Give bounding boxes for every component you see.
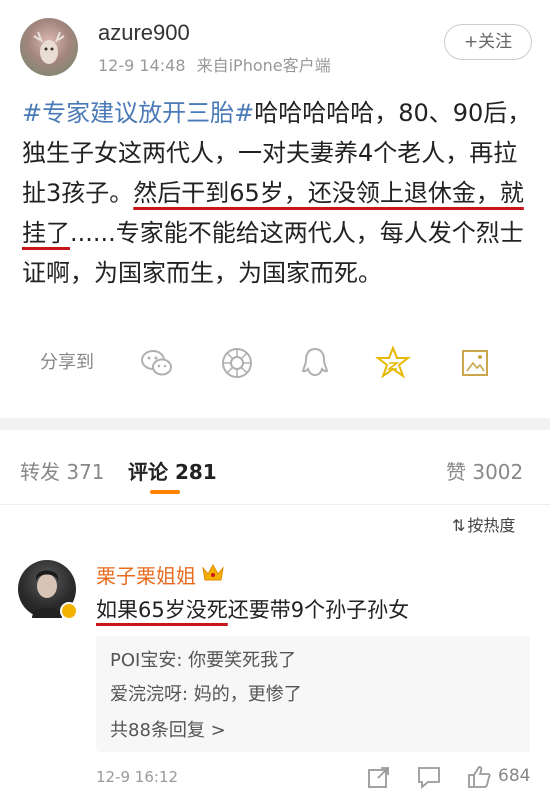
- avatar[interactable]: [20, 18, 78, 76]
- image-save-icon[interactable]: [456, 344, 494, 382]
- follow-button[interactable]: +关注: [444, 24, 532, 60]
- commenter-name[interactable]: 栗子栗姐姐: [96, 560, 196, 589]
- share-comment-icon[interactable]: [366, 764, 392, 790]
- post-timestamp: 12-9 14:48: [98, 56, 186, 75]
- reply-comment-icon[interactable]: [416, 764, 442, 790]
- share-label: 分享到: [40, 352, 94, 373]
- sort-label: 按热度: [467, 516, 516, 535]
- tab-divider: [0, 504, 550, 505]
- comment-text-rest: 还要带9个孙子孙女: [227, 598, 410, 622]
- section-divider: [0, 418, 550, 430]
- more-replies-link[interactable]: 共88条回复 >: [110, 716, 226, 742]
- reply-item[interactable]: 爱浣浣呀: 妈的，更惨了: [110, 680, 302, 706]
- sort-icon: ⇅: [452, 516, 466, 535]
- crown-badge-icon: [200, 560, 226, 584]
- post-source: 来自iPhone客户端: [196, 56, 331, 75]
- share-row: 分享到: [0, 338, 550, 386]
- tab-comment[interactable]: 评论 281: [128, 456, 217, 485]
- wechat-icon[interactable]: [138, 344, 176, 382]
- reply-box[interactable]: POI宝安: 你要笑死我了 爱浣浣呀: 妈的，更惨了 共88条回复 >: [96, 636, 530, 752]
- qzone-icon[interactable]: [374, 344, 412, 382]
- tab-active-indicator: [150, 490, 180, 494]
- username[interactable]: azure900: [98, 20, 190, 46]
- sort-by-hot-button[interactable]: ⇅ 按热度: [452, 512, 515, 536]
- post-header: azure900 12-9 14:48 来自iPhone客户端 +关注: [0, 0, 550, 86]
- hashtag-link[interactable]: #专家建议放开三胎#: [22, 99, 254, 127]
- post-text-part2: ......专家能不能给这两代人，每人发个烈士证啊，为国家而生，为国家而死。: [22, 219, 524, 287]
- qq-icon[interactable]: [296, 344, 334, 382]
- moments-icon[interactable]: [218, 344, 256, 382]
- tab-bar: 转发 371 评论 281 赞 3002: [0, 440, 550, 500]
- like-count: 684: [498, 766, 531, 786]
- like-thumb-icon[interactable]: [466, 764, 492, 790]
- tab-repost[interactable]: 转发 371: [20, 456, 105, 485]
- comment-text-highlight: 如果65岁没死: [96, 598, 228, 622]
- post-text: #专家建议放开三胎#哈哈哈哈哈，80、90后，独生子女这两代人，一对夫妻养4个老…: [22, 93, 532, 293]
- post-meta: 12-9 14:48 来自iPhone客户端: [98, 52, 331, 76]
- verified-badge-icon: [60, 602, 78, 620]
- comment-text: 如果65岁没死还要带9个孙子孙女: [96, 594, 409, 624]
- comment-time: 12-9 16:12: [96, 768, 179, 786]
- reply-item[interactable]: POI宝安: 你要笑死我了: [110, 646, 296, 672]
- tab-like[interactable]: 赞 3002: [446, 456, 523, 485]
